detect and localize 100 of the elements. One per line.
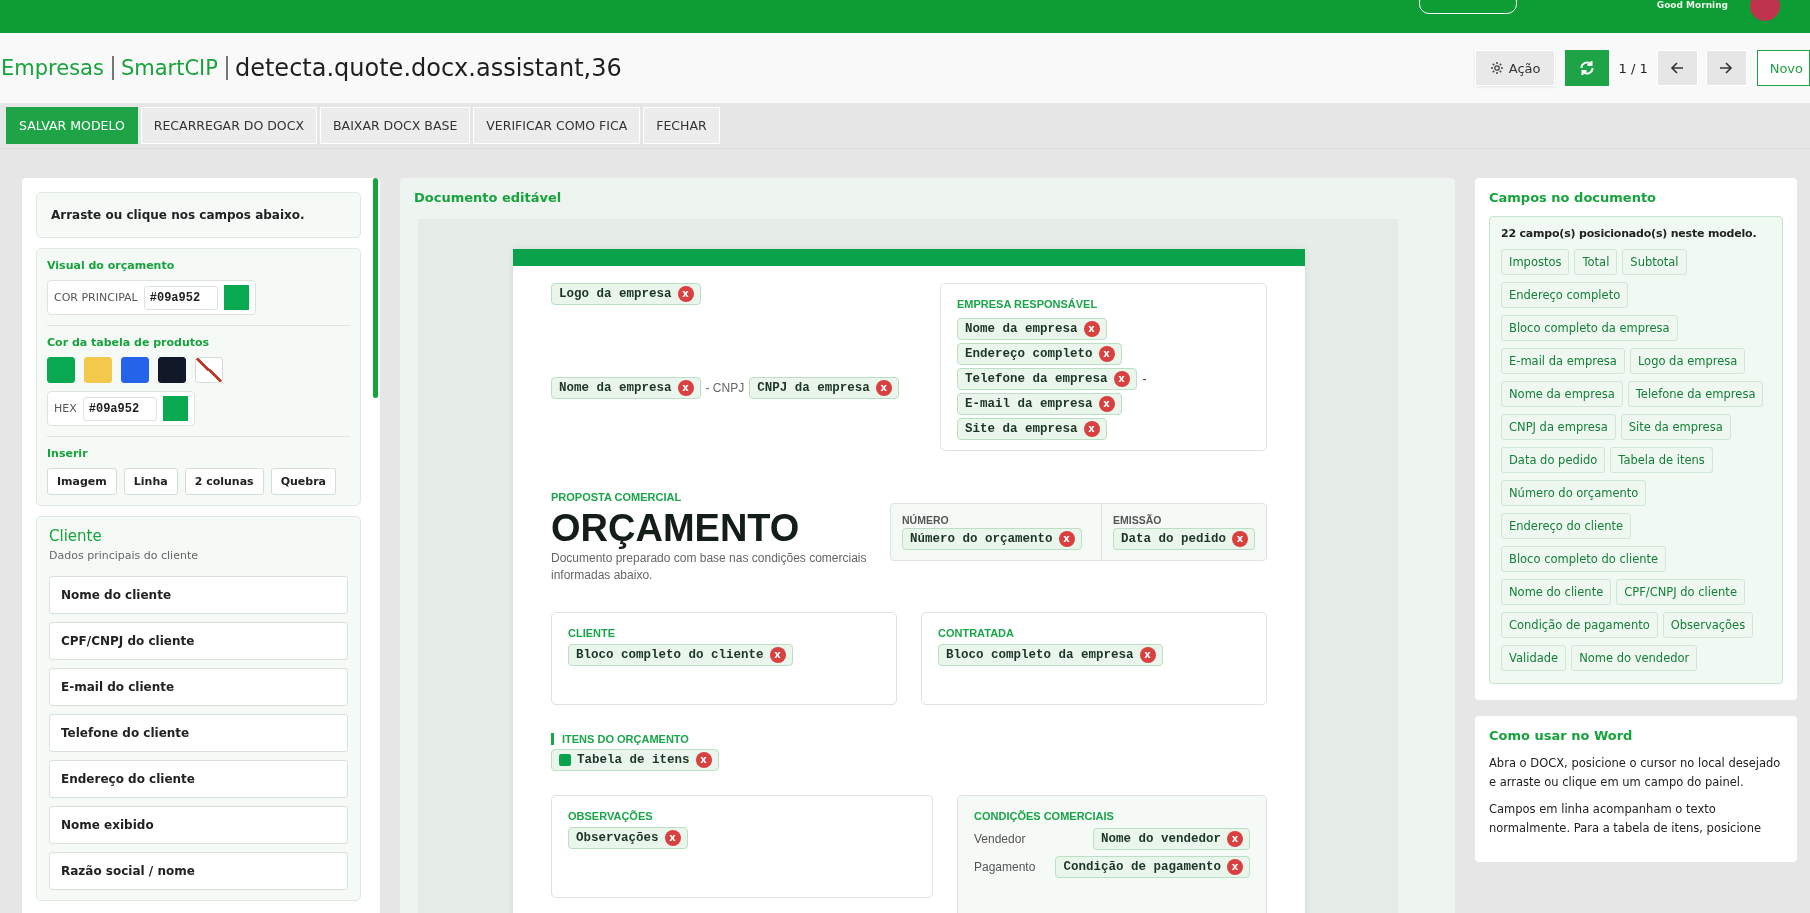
field-tag[interactable]: Condição de pagamento (1501, 612, 1658, 638)
help-text: Abra o DOCX, posicione o cursor no local desejado e arraste ou clique em um campo do painel. (1489, 755, 1782, 791)
insert-button[interactable]: Quebra (270, 468, 336, 495)
field-label: Condição de pagamento (1063, 860, 1221, 874)
remove-button[interactable]: x (1227, 831, 1243, 847)
avatar-circle[interactable] (1750, 0, 1780, 21)
remove-button[interactable]: x (1232, 531, 1248, 547)
field-chip[interactable]: Observações x (568, 827, 688, 849)
field-chip[interactable]: Nome do vendedor x (1092, 828, 1250, 850)
field-chip[interactable]: Número do orçamento x (902, 528, 1082, 550)
section-label: EMPRESA RESPONSÁVEL (957, 298, 1098, 310)
field-tag[interactable]: CNPJ da empresa (1501, 414, 1616, 440)
toolbar-button[interactable]: VERIFICAR COMO FICA (473, 107, 641, 144)
action-button[interactable]: Ação (1474, 50, 1556, 86)
breadcrumb-link[interactable]: Empresas (1, 56, 114, 80)
color-swatch[interactable] (158, 357, 186, 383)
field-chip[interactable]: Site da empresa x (957, 418, 1107, 440)
remove-button[interactable]: x (875, 380, 892, 396)
field-chip[interactable]: Bloco completo do cliente x (568, 644, 793, 666)
remove-button[interactable]: x (1139, 647, 1156, 663)
field-button[interactable]: CPF/CNPJ do cliente (49, 622, 348, 660)
color-swatch[interactable] (121, 357, 149, 383)
field-tag[interactable]: Nome do cliente (1501, 579, 1612, 605)
no-color-swatch[interactable] (195, 357, 223, 383)
field-button[interactable]: Razão social / nome (49, 852, 348, 890)
remove-button[interactable]: x (1083, 421, 1100, 437)
hex-input[interactable]: #09a952 (143, 285, 218, 310)
field-tag[interactable]: Site da empresa (1620, 414, 1731, 440)
field-tag[interactable]: Validade (1501, 645, 1567, 671)
remove-button[interactable]: x (1058, 531, 1075, 547)
field-button[interactable]: Endereço do cliente (49, 760, 348, 798)
remove-button[interactable]: x (1227, 859, 1243, 875)
field-label: CNPJ da empresa (757, 381, 870, 395)
field-chip[interactable]: Nome da empresa x (957, 318, 1107, 340)
field-tag[interactable]: CPF/CNPJ do cliente (1616, 579, 1745, 605)
field-tag[interactable]: Impostos (1501, 249, 1570, 275)
previous-button[interactable] (1656, 50, 1698, 86)
insert-button[interactable]: 2 colunas (184, 468, 264, 495)
scrollbar-thumb[interactable] (373, 178, 378, 398)
color-preview[interactable] (162, 396, 188, 421)
insert-button[interactable]: Imagem (47, 468, 117, 495)
table-icon (559, 754, 571, 766)
remove-button[interactable]: x (1083, 321, 1100, 337)
new-button[interactable]: Novo (1756, 50, 1810, 86)
separator-text: - CNPJ (705, 381, 745, 395)
help-text: Campos em linha acompanham o texto normalmente. Para a tabela de itens, posicione (1489, 801, 1763, 837)
next-button[interactable] (1705, 50, 1747, 86)
summary-text: 22 campo(s) posicionado(s) neste modelo. (1501, 227, 1758, 240)
field-tag[interactable]: E-mail da empresa (1501, 348, 1625, 374)
field-tag[interactable]: Telefone da empresa (1627, 381, 1764, 407)
remove-button[interactable]: x (695, 752, 712, 768)
field-tag[interactable]: Endereço do cliente (1501, 513, 1632, 539)
insert-button[interactable]: Linha (123, 468, 178, 495)
hex-input[interactable]: #09a952 (82, 396, 157, 421)
field-chip[interactable]: Bloco completo da empresa x (938, 644, 1163, 666)
field-chip[interactable]: Nome da empresa x (551, 377, 701, 399)
field-button[interactable]: Telefone do cliente (49, 714, 348, 752)
field-tag[interactable]: Tabela de itens (1610, 447, 1713, 473)
remove-button[interactable]: x (677, 380, 694, 396)
arrow-left-icon (1670, 62, 1685, 74)
field-button[interactable]: Nome do cliente (49, 576, 348, 614)
field-button[interactable]: Nome exibido (49, 806, 348, 844)
field-label: Endereço completo (965, 347, 1093, 361)
field-tag[interactable]: Bloco completo da empresa (1501, 315, 1678, 341)
toolbar-button[interactable]: RECARREGAR DO DOCX (140, 107, 317, 144)
field-tag[interactable]: Endereço completo (1501, 282, 1629, 308)
field-button[interactable]: E-mail do cliente (49, 668, 348, 706)
toolbar-button[interactable]: FECHAR (643, 107, 720, 144)
field-label: Data do pedido (1120, 532, 1226, 546)
refresh-button[interactable] (1565, 50, 1610, 86)
field-chip[interactable]: CNPJ da empresa x (749, 377, 899, 399)
field-chip[interactable]: Telefone da empresa x (957, 368, 1137, 390)
toolbar-button[interactable]: BAIXAR DOCX BASE (320, 107, 471, 144)
field-chip[interactable]: Logo da empresa x (551, 283, 701, 305)
field-chip[interactable]: Condição de pagamento x (1055, 856, 1250, 878)
toolbar-button[interactable]: SALVAR MODELO (6, 107, 138, 144)
field-tag[interactable]: Bloco completo do cliente (1501, 546, 1667, 572)
field-tag[interactable]: Nome da empresa (1501, 381, 1623, 407)
field-chip[interactable]: Tabela de itens x (551, 749, 719, 771)
section-title: Cliente (49, 527, 103, 545)
field-tag[interactable]: Logo da empresa (1629, 348, 1746, 374)
field-tag[interactable]: Nome do vendedor (1571, 645, 1698, 671)
field-tag[interactable]: Subtotal (1622, 249, 1687, 275)
field-tag[interactable]: Observações (1662, 612, 1754, 638)
color-swatch[interactable] (47, 357, 75, 383)
field-chip[interactable]: E-mail da empresa x (957, 393, 1122, 415)
breadcrumb-link[interactable]: SmartCIP (120, 56, 228, 80)
field-chip[interactable]: Endereço completo x (957, 343, 1122, 365)
field-chip[interactable]: Data do pedido x (1112, 528, 1255, 550)
arrow-right-icon (1719, 62, 1734, 74)
remove-button[interactable]: x (1098, 346, 1115, 362)
remove-button[interactable]: x (769, 647, 786, 663)
field-tag[interactable]: Total (1574, 249, 1618, 275)
color-preview[interactable] (223, 285, 249, 310)
remove-button[interactable]: x (1113, 371, 1130, 387)
remove-button[interactable]: x (664, 830, 681, 846)
field-tag[interactable]: Data do pedido (1501, 447, 1606, 473)
remove-button[interactable]: x (1098, 396, 1115, 412)
field-tag[interactable]: Número do orçamento (1501, 480, 1647, 506)
remove-button[interactable]: x (677, 286, 694, 302)
